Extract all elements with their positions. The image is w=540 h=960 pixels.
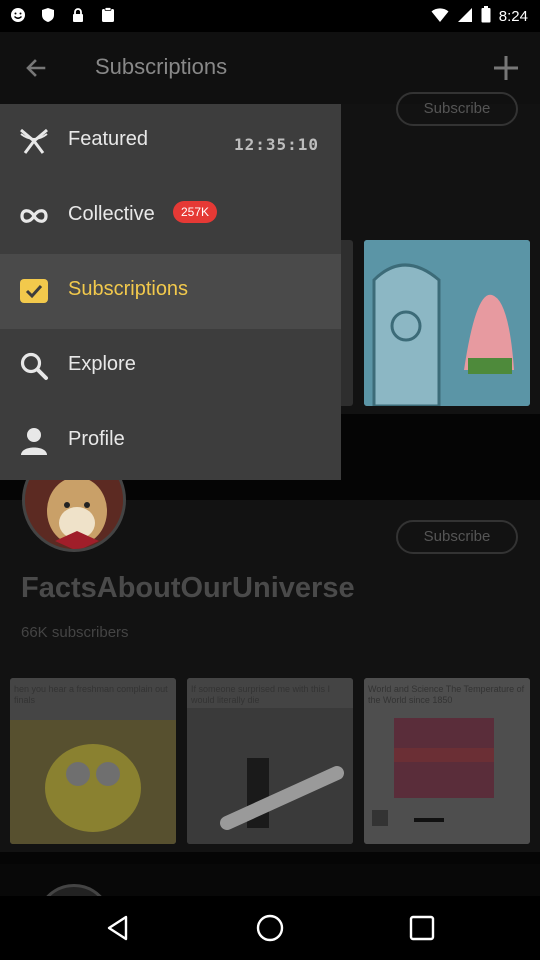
search-icon	[18, 350, 50, 382]
post-thumbnail[interactable]: If someone surprised me with this I woul…	[187, 678, 353, 844]
menu-item-label: Featured	[68, 128, 149, 150]
system-nav-bar	[0, 896, 540, 960]
menu-item-collective[interactable]: Collective	[0, 179, 341, 254]
thumbnail-caption: World and Science The Temperature of the…	[368, 684, 525, 705]
checkbox-icon	[18, 275, 50, 307]
subscribe-button[interactable]: Subscribe	[396, 92, 518, 126]
home-nav-icon[interactable]	[254, 912, 286, 944]
post-thumbnail[interactable]: World and Science The Temperature of the…	[364, 678, 530, 844]
featured-icon	[18, 125, 50, 157]
menu-item-explore[interactable]: Explore	[0, 329, 341, 404]
subscriber-count: 66K subscribers	[21, 624, 129, 641]
collective-count-badge: 257K	[173, 201, 218, 223]
navigation-drawer: Featured 12:35:10 Collective 257K Subscr…	[0, 104, 341, 480]
page-title: Subscriptions	[95, 54, 228, 79]
status-time: 8:24	[498, 8, 528, 25]
wifi-icon	[431, 7, 449, 27]
menu-item-label: Explore	[68, 353, 136, 375]
channel-card: Subscribe FactsAboutOurUniverse 66K subs…	[0, 448, 540, 852]
clipboard-icon	[100, 6, 116, 24]
menu-item-featured[interactable]: Featured 12:35:10	[0, 104, 341, 179]
person-icon	[18, 425, 50, 457]
back-nav-icon[interactable]	[102, 912, 134, 944]
subscribe-button[interactable]: Subscribe	[396, 520, 518, 554]
shield-icon	[40, 6, 56, 24]
plus-icon[interactable]	[488, 50, 524, 86]
featured-timer: 12:35:10	[234, 135, 320, 154]
recents-nav-icon[interactable]	[406, 912, 438, 944]
thumbnail-caption: hen you hear a freshman complain out fin…	[14, 684, 168, 705]
status-bar: 8:24	[0, 0, 540, 32]
arrow-back-icon[interactable]	[20, 52, 52, 84]
battery-icon	[481, 6, 491, 27]
thumbnail-caption: If someone surprised me with this I woul…	[191, 684, 331, 705]
smiley-icon	[10, 6, 26, 24]
menu-item-label: Profile	[68, 428, 125, 450]
infinity-icon	[18, 200, 50, 232]
post-thumbnail[interactable]: hen you hear a freshman complain out fin…	[10, 678, 176, 844]
menu-item-profile[interactable]: Profile	[0, 404, 341, 479]
menu-item-label: Subscriptions	[68, 278, 189, 300]
lock-icon	[70, 6, 86, 24]
menu-item-subscriptions[interactable]: Subscriptions	[0, 254, 341, 329]
menu-item-label: Collective	[68, 203, 155, 225]
channel-name[interactable]: FactsAboutOurUniverse	[21, 572, 355, 605]
post-thumbnail[interactable]	[364, 240, 530, 406]
signal-icon	[457, 7, 473, 27]
